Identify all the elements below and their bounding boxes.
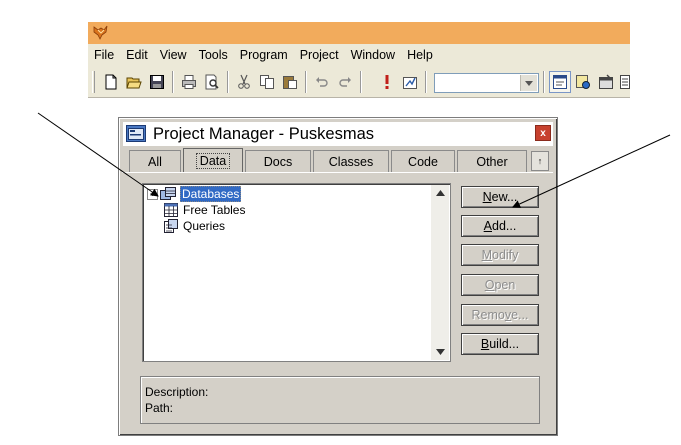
tab-docs[interactable]: Docs [245, 150, 311, 172]
menu-help[interactable]: Help [401, 44, 439, 66]
app-title-bar [88, 22, 630, 44]
menu-bar: File Edit View Tools Program Project Win… [88, 44, 630, 66]
open-folder-icon[interactable] [123, 71, 145, 93]
button-label-part: odify [492, 248, 519, 262]
run-icon[interactable] [376, 71, 398, 93]
tab-label: All [148, 154, 162, 169]
expand-icon[interactable]: + [147, 188, 158, 200]
scroll-up-icon[interactable] [431, 185, 449, 201]
form-designer-icon[interactable] [595, 71, 617, 93]
print-icon[interactable] [178, 71, 200, 93]
command-window-icon[interactable] [549, 71, 571, 93]
description-panel: Description: Path: [140, 376, 540, 424]
copy-icon[interactable] [256, 71, 278, 93]
cut-icon[interactable] [233, 71, 255, 93]
add-button[interactable]: Add... [461, 215, 539, 237]
tree-item-label: Databases [180, 186, 242, 202]
new-file-icon[interactable] [100, 71, 122, 93]
modify-button[interactable]: Modify [461, 244, 539, 266]
button-label-part: ew... [491, 190, 518, 204]
save-icon[interactable] [146, 71, 168, 93]
toolbar-separator [543, 71, 545, 93]
menu-project[interactable]: Project [294, 44, 345, 66]
project-manager-icon [126, 125, 146, 143]
new-button[interactable]: New... [461, 186, 539, 208]
tab-data[interactable]: Data [183, 148, 243, 173]
tab-label: Docs [263, 154, 293, 169]
button-label-part: pen [494, 278, 516, 292]
button-label-part: uild... [489, 337, 520, 351]
print-preview-icon[interactable] [201, 71, 223, 93]
tab-scroll-up-icon[interactable]: ↑ [531, 151, 549, 171]
button-mnemonic: N [482, 190, 492, 204]
redo-icon[interactable] [334, 71, 356, 93]
undo-icon[interactable] [311, 71, 333, 93]
dialog-title: Project Manager - Puskesmas [153, 125, 375, 143]
button-mnemonic: B [480, 337, 490, 351]
tree-vertical-scrollbar[interactable] [431, 185, 449, 360]
button-mnemonic: A [483, 219, 492, 233]
chevron-down-icon[interactable] [520, 75, 537, 91]
databases-icon [160, 187, 176, 200]
path-label: Path: [145, 401, 174, 415]
build-button[interactable]: Build... [461, 333, 539, 355]
modify-form-icon[interactable] [399, 71, 421, 93]
tab-label: Classes [328, 154, 374, 169]
tree-item-queries[interactable]: Queries [147, 218, 245, 234]
toolbar-separator [360, 71, 362, 93]
table-icon [164, 203, 178, 217]
toolbar-overflow-icon[interactable] [618, 71, 630, 93]
tree-item-free-tables[interactable]: Free Tables [147, 202, 245, 218]
tree-items: + Databases Free Tables Queries [147, 186, 245, 234]
standard-toolbar [88, 66, 630, 98]
tab-label: Other [476, 154, 508, 169]
tab-other[interactable]: Other [457, 150, 527, 172]
button-mnemonic: M [481, 248, 492, 262]
toolbar-separator [172, 71, 174, 93]
foxpro-app-icon[interactable] [92, 25, 109, 41]
tab-classes[interactable]: Classes [313, 150, 389, 172]
menu-window[interactable]: Window [345, 44, 401, 66]
close-icon[interactable]: x [535, 125, 551, 141]
data-session-icon[interactable] [572, 71, 594, 93]
toolbar-separator [425, 71, 427, 93]
tree-item-label: Queries [183, 219, 226, 233]
menu-edit[interactable]: Edit [120, 44, 154, 66]
button-mnemonic: O [484, 278, 495, 292]
tree-item-databases[interactable]: + Databases [147, 186, 245, 202]
tab-label: Code [408, 154, 438, 169]
button-label-part: dd... [492, 219, 517, 233]
button-label-part: Remo [471, 308, 505, 322]
toolbar-combo-box[interactable] [434, 73, 539, 93]
scroll-down-icon[interactable] [431, 344, 449, 360]
remove-button[interactable]: Remo v e... [461, 304, 539, 326]
tab-code[interactable]: Code [391, 150, 455, 172]
tab-all[interactable]: All [129, 150, 181, 172]
menu-tools[interactable]: Tools [193, 44, 234, 66]
project-tree[interactable]: + Databases Free Tables Queries [142, 183, 451, 362]
menu-view[interactable]: View [154, 44, 193, 66]
toolbar-separator [305, 71, 307, 93]
toolbar-grip[interactable] [92, 71, 95, 93]
tab-label: Data [195, 153, 231, 169]
tree-item-label: Free Tables [183, 203, 246, 217]
description-label: Description: [145, 385, 209, 399]
toolbar-separator [227, 71, 229, 93]
query-icon [164, 219, 178, 233]
paste-icon[interactable] [279, 71, 301, 93]
open-button[interactable]: Open [461, 274, 539, 296]
menu-file[interactable]: File [88, 44, 120, 66]
button-label-part: e... [511, 308, 529, 322]
menu-program[interactable]: Program [234, 44, 294, 66]
